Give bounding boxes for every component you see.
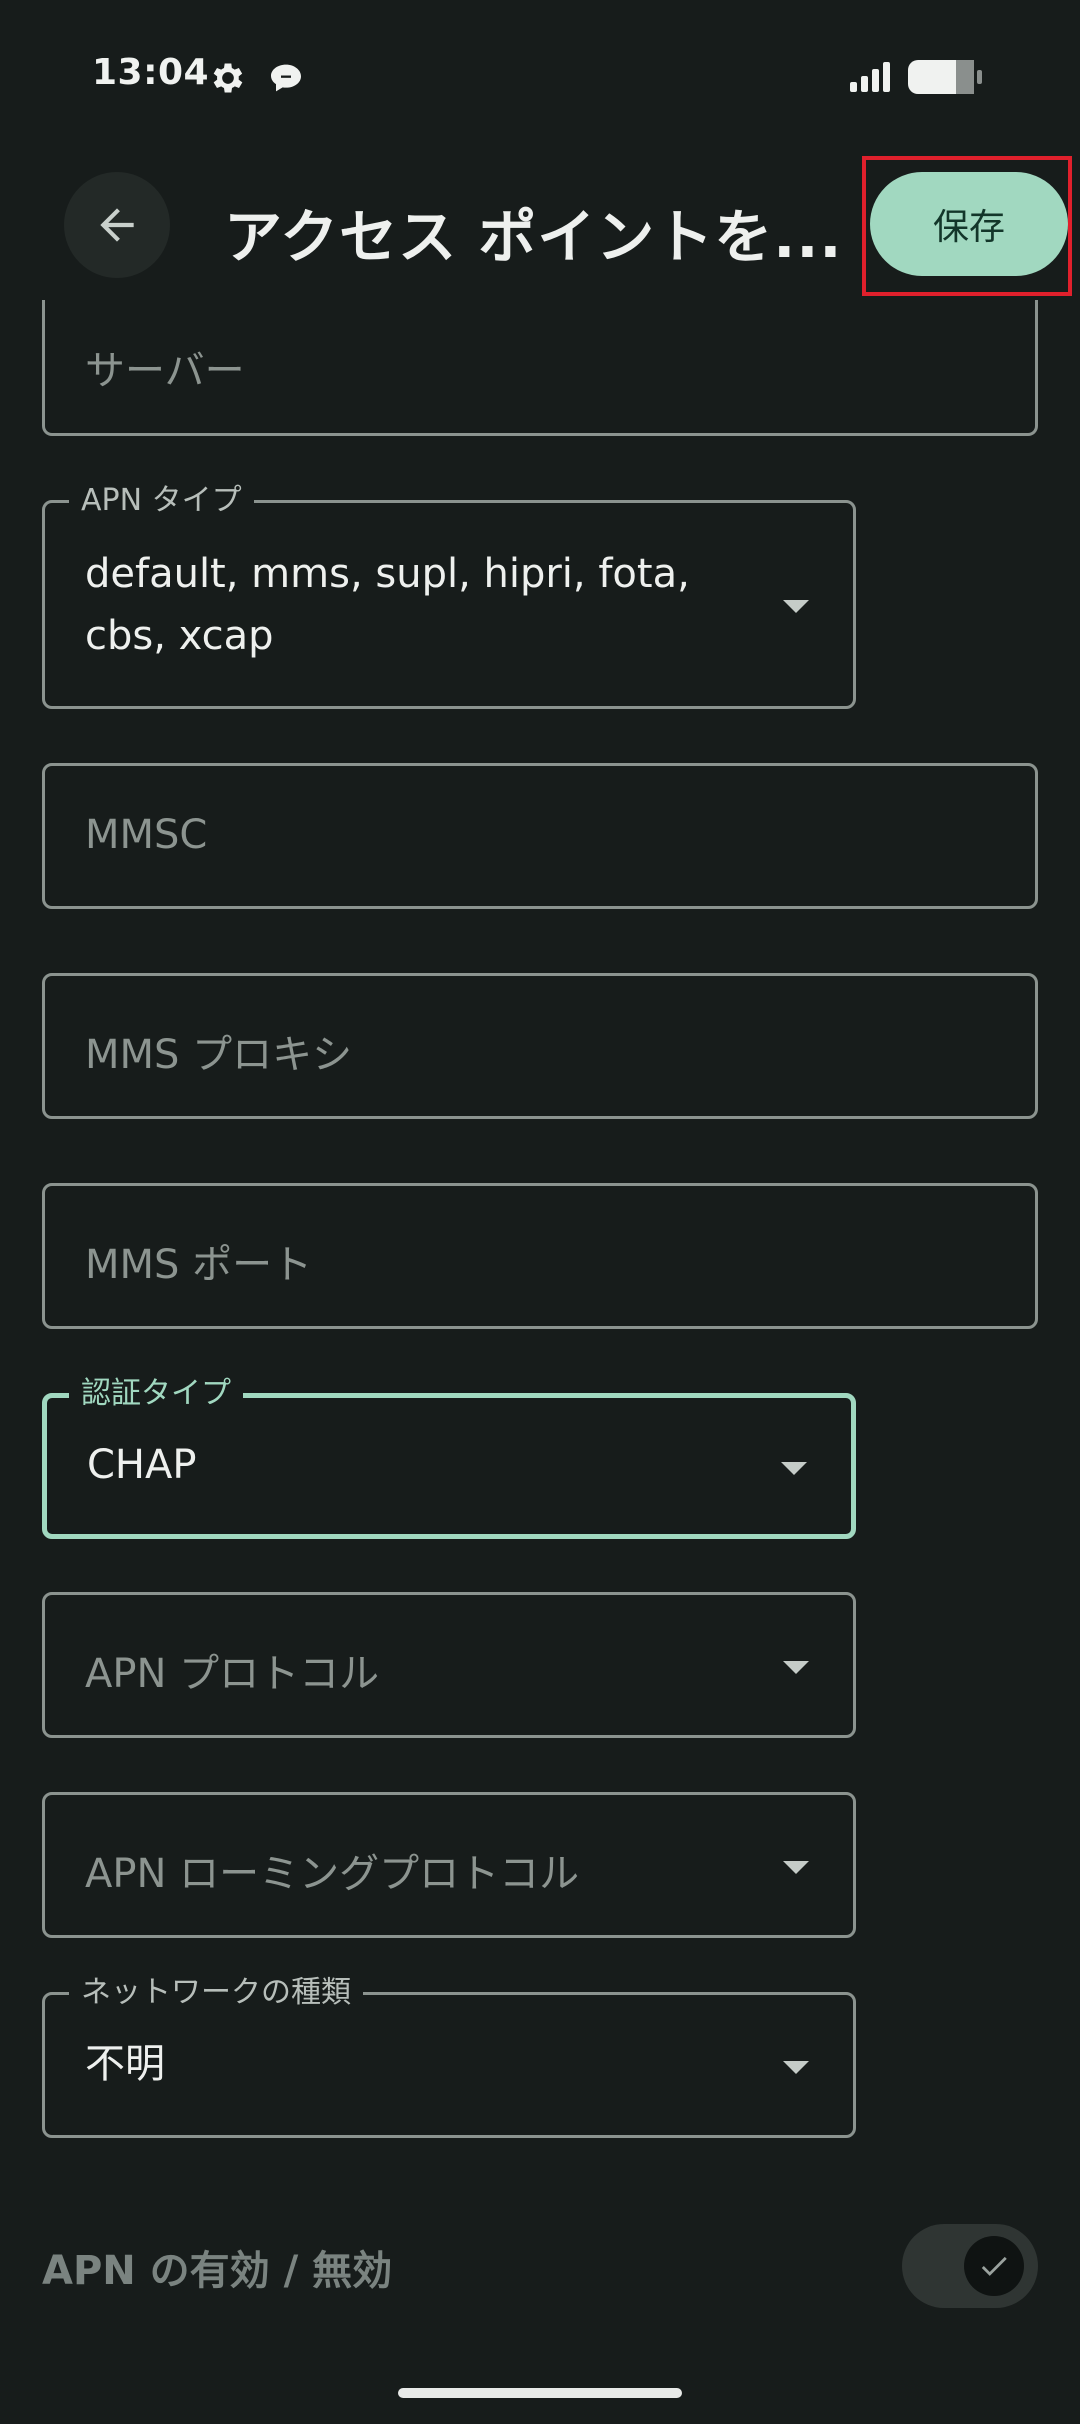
apn-type-value-line2: cbs, xcap bbox=[85, 613, 274, 659]
checkmark-icon bbox=[981, 2256, 1007, 2276]
network-type-label: ネットワークの種類 bbox=[69, 1973, 363, 2013]
network-type-dropdown[interactable]: ネットワークの種類 不明 bbox=[42, 1973, 856, 2138]
apn-protocol-placeholder: APN プロトコル bbox=[85, 1651, 380, 1697]
network-type-value: 不明 bbox=[85, 2041, 165, 2087]
apn-type-dropdown[interactable]: APN タイプ default, mms, supl, hipri, fota,… bbox=[42, 481, 856, 709]
mms-port-field[interactable]: MMS ポート bbox=[42, 1183, 1038, 1329]
apn-type-value-line1: default, mms, supl, hipri, fota, bbox=[85, 551, 690, 597]
apn-type-value: default, mms, supl, hipri, fota, cbs, xc… bbox=[85, 543, 690, 667]
apn-type-label: APN タイプ bbox=[69, 481, 254, 521]
dropdown-arrow-icon bbox=[781, 1462, 807, 1475]
save-button[interactable]: 保存 bbox=[870, 172, 1068, 276]
toggle-thumb bbox=[964, 2236, 1024, 2296]
arrow-left-icon bbox=[100, 208, 134, 242]
mms-proxy-placeholder: MMS プロキシ bbox=[85, 1032, 353, 1078]
apn-roaming-protocol-dropdown[interactable]: APN ローミングプロトコル bbox=[42, 1792, 856, 1938]
top-app-bar: アクセス ポイントを... 保存 bbox=[0, 150, 1080, 300]
auth-type-dropdown[interactable]: 認証タイプ CHAP bbox=[42, 1374, 856, 1539]
mmsc-field[interactable]: MMSC bbox=[42, 763, 1038, 909]
dropdown-arrow-icon bbox=[783, 1861, 809, 1874]
dropdown-arrow-icon bbox=[783, 1661, 809, 1674]
dropdown-arrow-icon bbox=[783, 2061, 809, 2074]
apn-protocol-dropdown[interactable]: APN プロトコル bbox=[42, 1592, 856, 1738]
back-button[interactable] bbox=[64, 172, 170, 278]
apn-enable-toggle[interactable] bbox=[902, 2224, 1038, 2308]
status-right-icons bbox=[850, 58, 990, 98]
chat-bubble-icon bbox=[266, 58, 306, 98]
page-title: アクセス ポイントを... bbox=[224, 203, 843, 271]
apn-roaming-protocol-placeholder: APN ローミングプロトコル bbox=[85, 1851, 580, 1897]
dropdown-arrow-icon bbox=[783, 600, 809, 613]
battery-icon bbox=[908, 60, 982, 94]
status-bar: 13:04 bbox=[0, 0, 1080, 150]
auth-type-label: 認証タイプ bbox=[69, 1374, 243, 1414]
cellular-signal-icon bbox=[850, 60, 982, 94]
server-field[interactable]: サーバー bbox=[42, 300, 1038, 436]
auth-type-value: CHAP bbox=[87, 1442, 197, 1488]
mms-proxy-field[interactable]: MMS プロキシ bbox=[42, 973, 1038, 1119]
mmsc-placeholder: MMSC bbox=[85, 812, 208, 858]
status-time: 13:04 bbox=[92, 52, 210, 93]
apn-toggle-label: APN の有効 / 無効 bbox=[42, 2248, 393, 2294]
server-placeholder: サーバー bbox=[85, 348, 245, 394]
apn-edit-screen: 13:04 アクセス ポイントを... 保存 サーバー APN タイプ defa… bbox=[0, 0, 1080, 2424]
home-indicator[interactable] bbox=[398, 2388, 682, 2398]
gear-icon bbox=[208, 58, 248, 98]
mms-port-placeholder: MMS ポート bbox=[85, 1242, 313, 1288]
